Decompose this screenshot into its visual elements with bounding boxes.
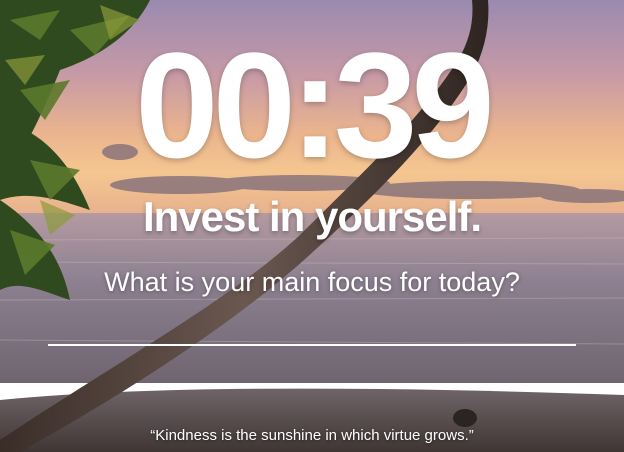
mantra-text: Invest in yourself.: [142, 193, 482, 240]
focus-question: What is your main focus for today?: [104, 267, 520, 297]
momentum-dashboard: 00:39 Invest in yourself. What is your m…: [0, 0, 624, 452]
focus-input[interactable]: [48, 312, 576, 346]
clock-time: 00:39: [135, 21, 495, 189]
daily-quote[interactable]: “Kindness is the sunshine in which virtu…: [0, 426, 624, 446]
